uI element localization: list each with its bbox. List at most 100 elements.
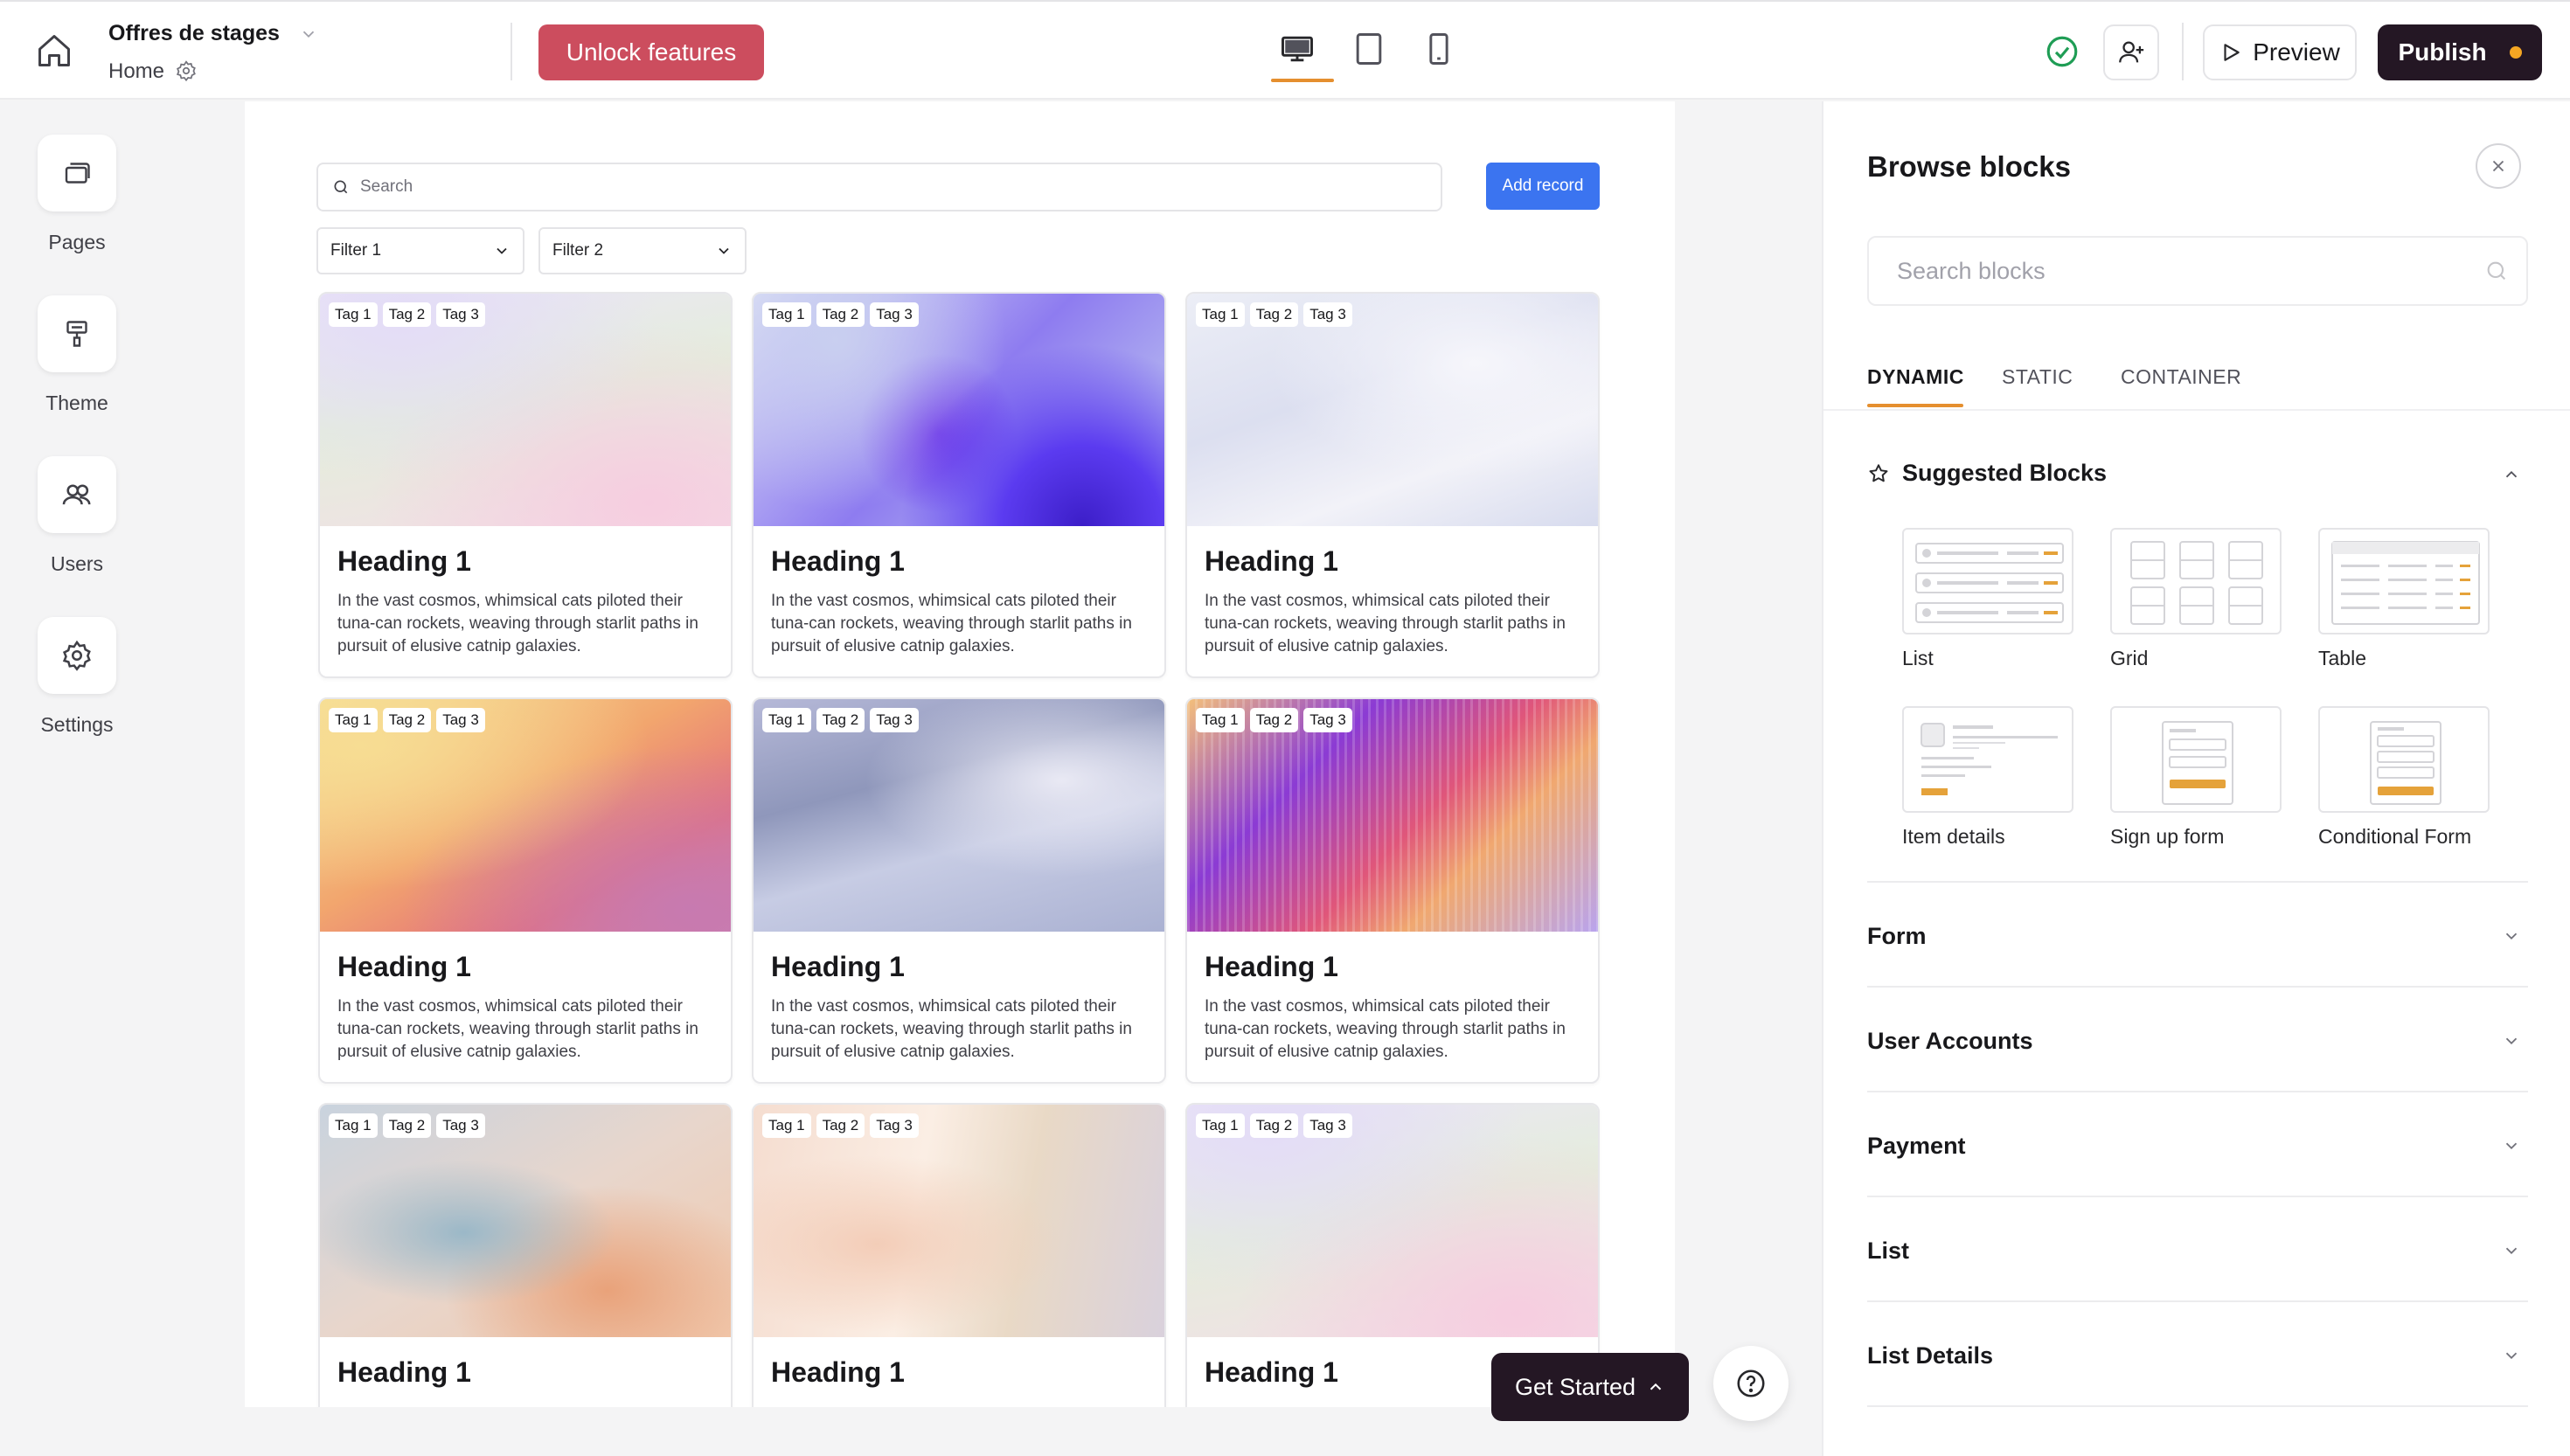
search-placeholder: Search xyxy=(360,177,413,196)
record-card[interactable]: Tag 1 Tag 2 Tag 3 Heading 1 In the vast co… xyxy=(752,697,1166,1084)
page-name[interactable]: Home xyxy=(108,59,164,84)
list-block-icon xyxy=(1915,543,2064,623)
section-list-details[interactable]: List Details xyxy=(1867,1300,2528,1405)
filter-2-select[interactable]: Filter 2 xyxy=(538,227,747,274)
block-table[interactable] xyxy=(2318,528,2490,634)
chevron-up-icon[interactable] xyxy=(2502,465,2521,484)
tag: Tag 3 xyxy=(1303,1113,1352,1138)
block-sign-up-form[interactable] xyxy=(2110,706,2282,813)
preview-button[interactable]: Preview xyxy=(2203,24,2357,80)
page-settings-icon[interactable] xyxy=(175,59,198,82)
divider xyxy=(511,23,512,80)
sidebar-item-pages[interactable]: Pages xyxy=(21,135,133,254)
record-card[interactable]: Tag 1 Tag 2 Tag 3 Heading 1 In the vast co… xyxy=(318,292,733,678)
divider xyxy=(1823,409,2570,411)
invite-user-button[interactable] xyxy=(2103,24,2159,80)
card-heading: Heading 1 xyxy=(1205,951,1338,982)
tag: Tag 3 xyxy=(436,708,485,732)
help-button[interactable] xyxy=(1713,1346,1789,1421)
tab-static[interactable]: STATIC xyxy=(2002,365,2073,389)
chevron-up-icon xyxy=(1650,1383,1662,1390)
unlock-features-button[interactable]: Unlock features xyxy=(538,24,764,80)
card-image: Tag 1 Tag 2 Tag 3 xyxy=(754,294,1164,526)
block-label: List xyxy=(1902,647,1934,669)
section-form[interactable]: Form xyxy=(1867,881,2528,986)
card-image: Tag 1 Tag 2 Tag 3 xyxy=(320,699,731,932)
sidebar-item-label: Theme xyxy=(45,392,108,414)
record-card[interactable]: Tag 1 Tag 2 Tag 3 Heading 1 xyxy=(318,1103,733,1407)
filter-label: Filter 2 xyxy=(552,241,604,260)
check-circle-icon[interactable] xyxy=(2044,33,2084,73)
chevron-down-icon xyxy=(497,247,507,254)
card-image: Tag 1 Tag 2 Tag 3 xyxy=(754,1105,1164,1337)
suggested-blocks-title: Suggested Blocks xyxy=(1902,460,2108,486)
card-text: In the vast cosmos, whimsical cats pilot… xyxy=(771,997,1132,1061)
filter-label: Filter 1 xyxy=(330,241,382,260)
publish-button[interactable]: Publish xyxy=(2378,24,2542,80)
tag: Tag 1 xyxy=(762,1113,811,1138)
card-image: Tag 1 Tag 2 Tag 3 xyxy=(1187,699,1598,932)
sidebar-item-users[interactable]: Users xyxy=(21,456,133,576)
pages-icon xyxy=(38,135,116,211)
tab-dynamic[interactable]: DYNAMIC xyxy=(1867,365,1964,389)
chevron-down-icon xyxy=(2505,1352,2518,1360)
section-payment[interactable]: Payment xyxy=(1867,1091,2528,1196)
close-panel-button[interactable] xyxy=(2476,143,2521,189)
section-user-accounts[interactable]: User Accounts xyxy=(1867,986,2528,1091)
divider xyxy=(1867,1405,2528,1440)
block-label: Table xyxy=(2318,647,2366,669)
sidebar-item-theme[interactable]: Theme xyxy=(21,295,133,415)
card-heading: Heading 1 xyxy=(337,545,471,577)
tablet-view-icon[interactable] xyxy=(1350,30,1399,73)
tag: Tag 2 xyxy=(382,302,432,327)
tag: Tag 3 xyxy=(436,1113,485,1138)
section-title: Payment xyxy=(1867,1133,1966,1159)
top-bar: Offres de stages Home Unlock features Pr… xyxy=(0,0,2570,100)
tab-container[interactable]: CONTAINER xyxy=(2121,365,2241,389)
get-started-label: Get Started xyxy=(1514,1373,1636,1400)
preview-label: Preview xyxy=(2253,38,2340,66)
tag: Tag 3 xyxy=(1303,302,1352,327)
card-image: Tag 1 Tag 2 Tag 3 xyxy=(754,699,1164,932)
record-card[interactable]: Tag 1 Tag 2 Tag 3 Heading 1 In the vast co… xyxy=(752,292,1166,678)
section-list[interactable]: List xyxy=(1867,1196,2528,1300)
get-started-button[interactable]: Get Started xyxy=(1491,1353,1689,1421)
sidebar-item-settings[interactable]: Settings xyxy=(21,617,133,737)
close-icon xyxy=(2477,145,2519,187)
browse-blocks-panel: Browse blocks Search blocks DYNAMIC STAT… xyxy=(1822,101,2570,1456)
tag: Tag 1 xyxy=(1196,708,1245,732)
home-icon[interactable] xyxy=(35,31,84,72)
search-input[interactable]: Search xyxy=(316,163,1442,211)
mobile-view-icon[interactable] xyxy=(1420,30,1469,73)
tag: Tag 1 xyxy=(329,302,378,327)
card-heading: Heading 1 xyxy=(1205,545,1338,577)
desktop-view-icon[interactable] xyxy=(1278,30,1327,73)
play-icon xyxy=(2224,44,2240,61)
active-view-indicator xyxy=(1271,79,1334,82)
block-item-details[interactable] xyxy=(1902,706,2073,813)
page-canvas: Search Add record Filter 1 Filter 2 Tag … xyxy=(245,101,1675,1407)
card-image: Tag 1 Tag 2 Tag 3 xyxy=(1187,1105,1598,1337)
tag: Tag 3 xyxy=(870,1113,919,1138)
tag: Tag 1 xyxy=(1196,1113,1245,1138)
chevron-down-icon[interactable] xyxy=(299,24,318,44)
record-card[interactable]: Tag 1 Tag 2 Tag 3 Heading 1 In the vast co… xyxy=(1185,697,1600,1084)
sidebar-item-label: Pages xyxy=(48,231,106,253)
record-card[interactable]: Tag 1 Tag 2 Tag 3 Heading 1 xyxy=(752,1103,1166,1407)
conditional-form-block-icon xyxy=(2370,721,2442,805)
site-name[interactable]: Offres de stages xyxy=(108,21,280,46)
section-title: List Details xyxy=(1867,1342,1994,1369)
sidebar-item-label: Users xyxy=(50,552,104,575)
record-card[interactable]: Tag 1 Tag 2 Tag 3 Heading 1 In the vast co… xyxy=(1185,292,1600,678)
search-blocks-input[interactable]: Search blocks xyxy=(1867,236,2528,306)
chevron-down-icon xyxy=(2505,1247,2518,1255)
card-heading: Heading 1 xyxy=(337,951,471,982)
add-record-button[interactable]: Add record xyxy=(1486,163,1600,210)
block-label: Sign up form xyxy=(2110,825,2225,848)
block-grid[interactable] xyxy=(2110,528,2282,634)
record-card[interactable]: Tag 1 Tag 2 Tag 3 Heading 1 In the vast co… xyxy=(318,697,733,1084)
suggested-blocks-header[interactable]: Suggested Blocks xyxy=(1867,460,2107,487)
filter-1-select[interactable]: Filter 1 xyxy=(316,227,524,274)
block-conditional-form[interactable] xyxy=(2318,706,2490,813)
block-list[interactable] xyxy=(1902,528,2073,634)
